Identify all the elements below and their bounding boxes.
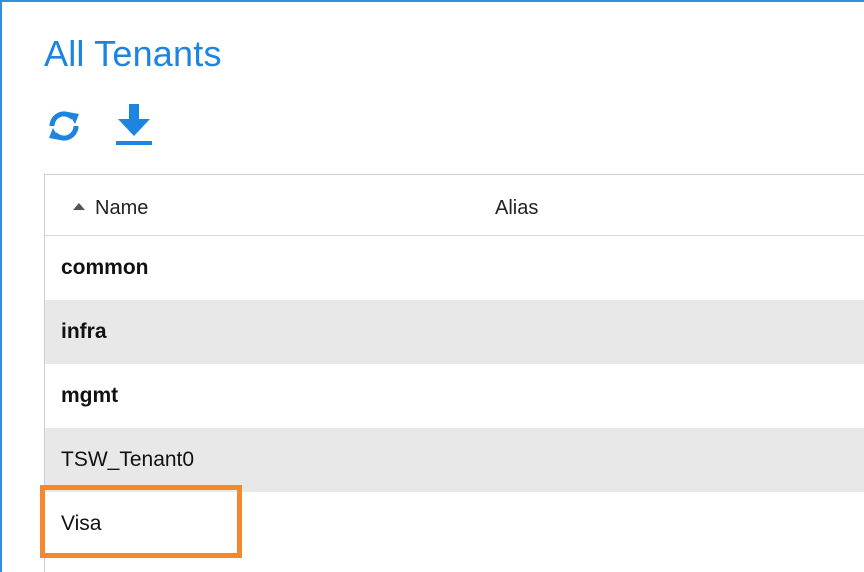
refresh-button[interactable]: [44, 104, 84, 148]
table-row[interactable]: Visa: [45, 492, 864, 556]
tenant-name: TSW_Tenant0: [61, 448, 195, 471]
column-header-name-label: Name: [95, 197, 149, 219]
refresh-icon: [44, 104, 84, 148]
table-row[interactable]: mgmt: [45, 364, 864, 428]
tenant-name: Visa: [61, 512, 102, 535]
tenant-name: mgmt: [61, 384, 119, 407]
table-header: Name Alias: [45, 175, 864, 236]
sort-ascending-icon: [73, 203, 85, 210]
download-button[interactable]: [112, 104, 156, 148]
table-row[interactable]: common: [45, 236, 864, 300]
page-title: All Tenants: [44, 33, 222, 74]
tenant-name: common: [61, 256, 149, 279]
tenant-name: infra: [61, 320, 107, 343]
table-row[interactable]: infra: [45, 300, 864, 364]
column-header-alias-label: Alias: [495, 197, 539, 219]
tenants-table: Name Alias common infra mgmt TSW_Tenant0…: [44, 174, 864, 572]
download-icon: [112, 104, 156, 148]
table-row[interactable]: TSW_Tenant0: [45, 428, 864, 492]
column-header-name[interactable]: Name: [73, 175, 373, 235]
column-header-alias[interactable]: Alias: [495, 175, 795, 235]
